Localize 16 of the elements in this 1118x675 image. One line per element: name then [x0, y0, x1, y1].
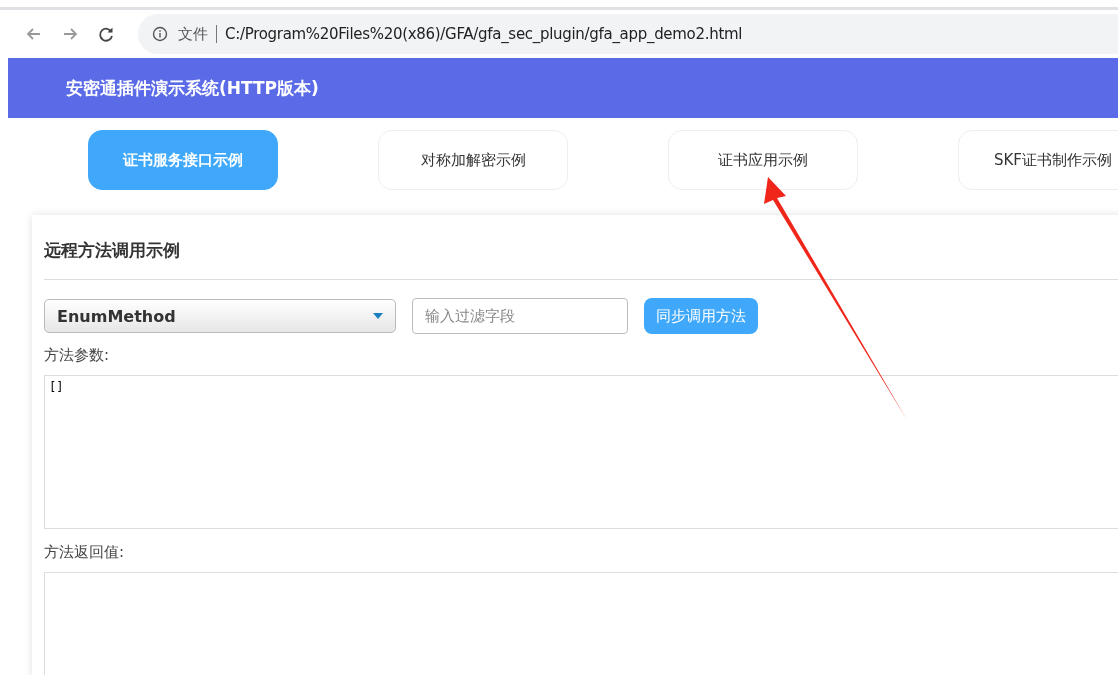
caret-icon	[373, 313, 383, 319]
field-label: 方法参数:	[44, 346, 111, 365]
method-dropdown[interactable]: EnumMethod	[44, 299, 396, 333]
info-icon[interactable]	[152, 26, 168, 42]
tab[interactable]: 对称加解密示例	[378, 130, 568, 190]
result-field[interactable]	[44, 572, 1118, 675]
filter-field[interactable]: 输入过滤字段	[412, 298, 628, 334]
panel-title: 远程方法调用示例	[44, 239, 181, 262]
address-bar[interactable]: 文件 C:/Program%20Files%20(x86)/GFA/gfa_sec_plugin/gfa_app_demo2.html	[138, 14, 1118, 54]
url-text: C:/Program%20Files%20(x86)/GFA/gfa_sec_plugin/gfa_app_demo2.html	[225, 25, 743, 43]
security-label: 文件	[178, 24, 208, 44]
tab[interactable]: SKF证书制作示例	[958, 130, 1118, 190]
params-field[interactable]: []	[44, 375, 1118, 529]
field-label: 方法返回值:	[44, 543, 126, 562]
app-title: 安密通插件演示系统(HTTP版本)	[66, 76, 319, 100]
tab[interactable]: 证书应用示例	[668, 130, 858, 190]
